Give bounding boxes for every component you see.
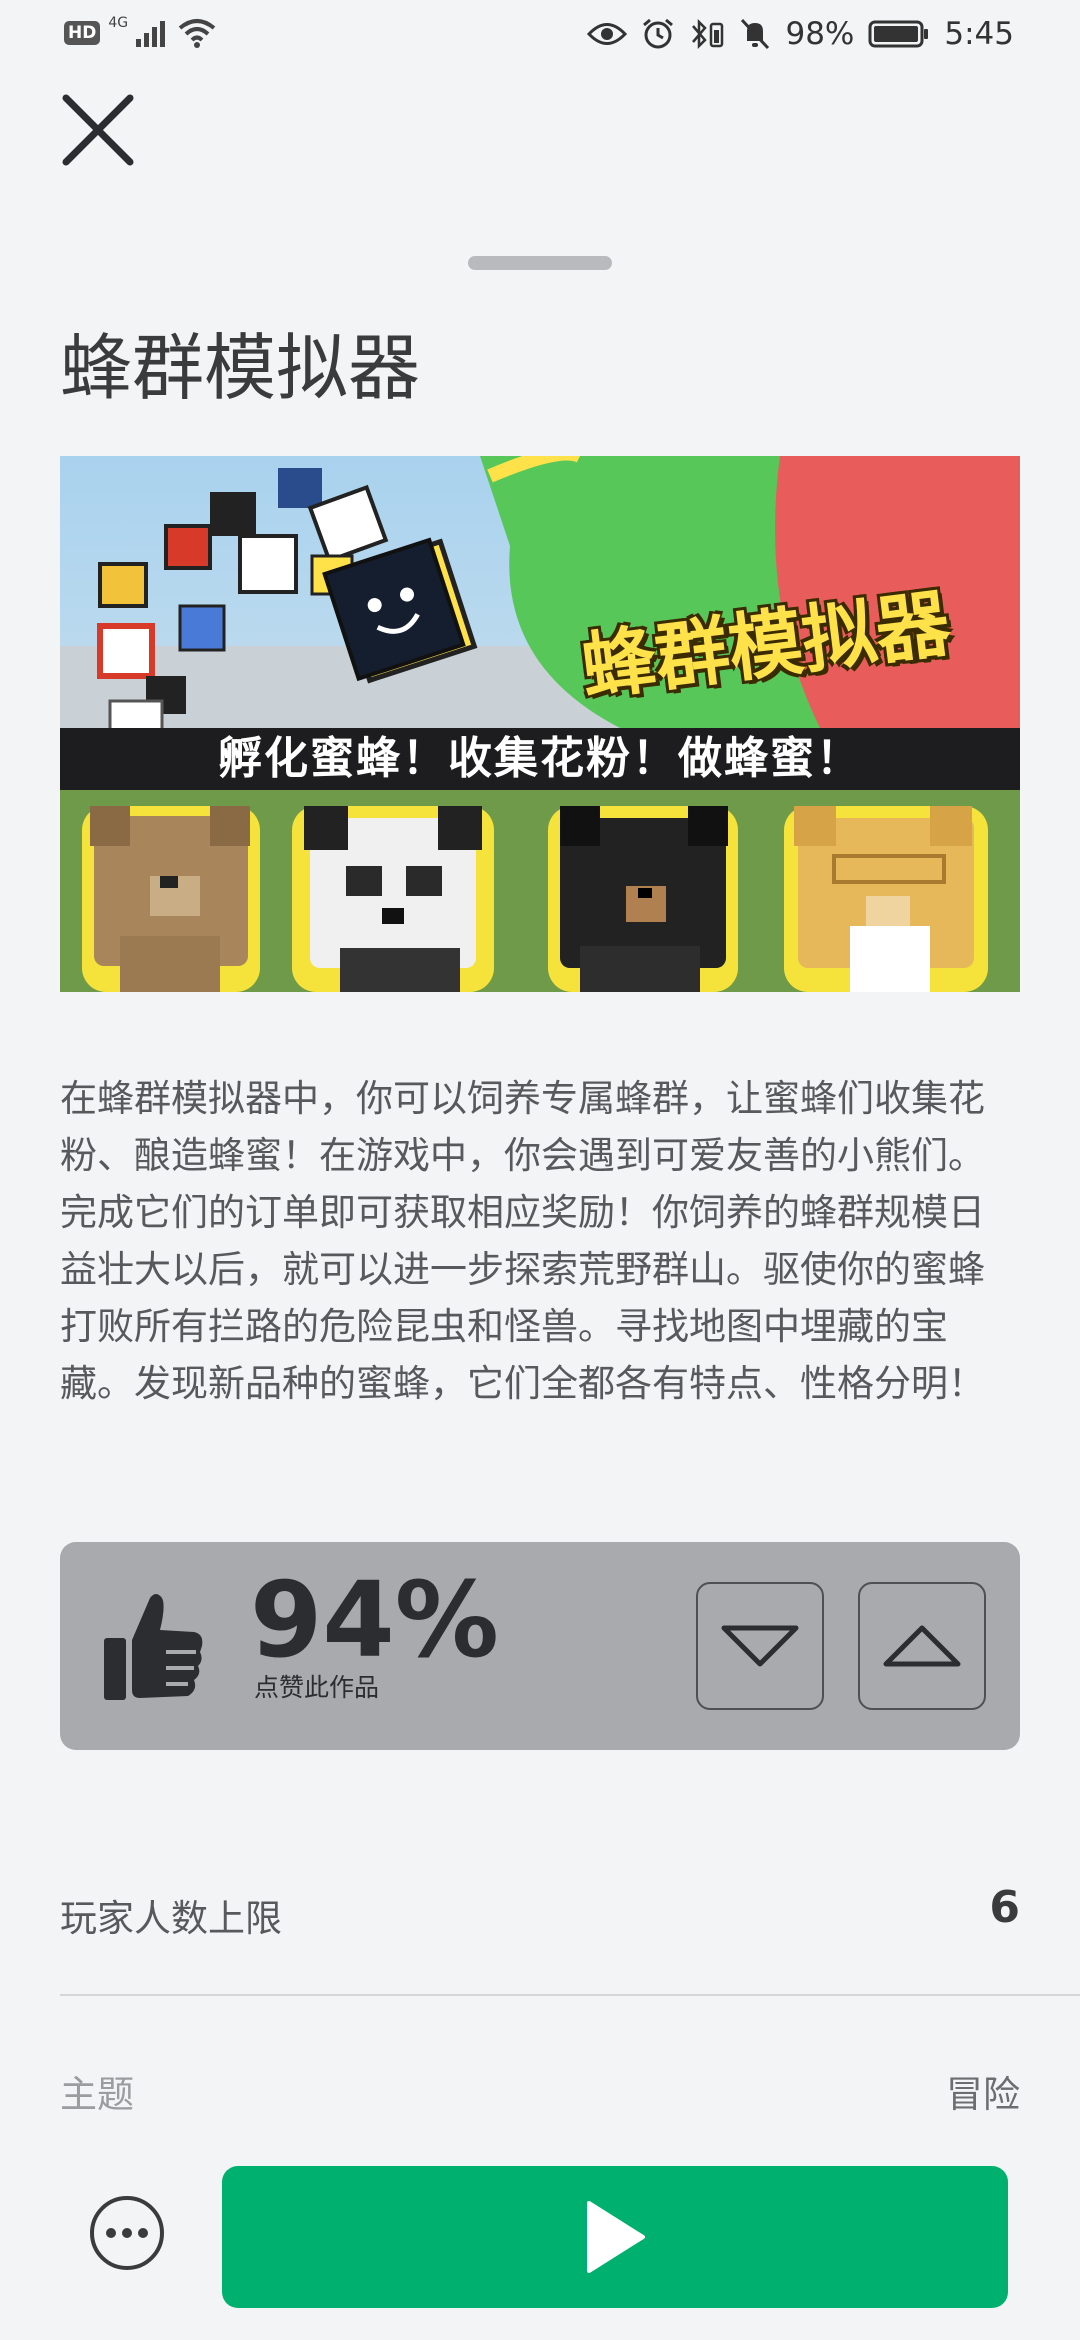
battery-percent: 98% bbox=[785, 16, 855, 52]
thumbs-up-icon bbox=[104, 1594, 203, 1700]
game-title: 蜂群模拟器 bbox=[60, 326, 421, 410]
chevron-up-icon bbox=[883, 1625, 961, 1667]
signal-icon bbox=[136, 21, 166, 47]
rating-percent: 94% bbox=[250, 1559, 499, 1681]
bluetooth-battery-icon bbox=[692, 18, 724, 50]
status-bar: HD 4G 98% 5:45 bbox=[0, 0, 1080, 72]
more-icon bbox=[106, 2228, 148, 2238]
genre-label: 主题 bbox=[60, 2073, 134, 2116]
alarm-icon bbox=[643, 18, 674, 49]
downvote-button[interactable] bbox=[696, 1582, 824, 1710]
eye-icon bbox=[587, 23, 628, 45]
banner-illustration bbox=[60, 456, 1020, 992]
chevron-down-icon bbox=[721, 1625, 799, 1667]
max-players-label: 玩家人数上限 bbox=[60, 1897, 282, 1940]
rating-card: 94% 点赞此作品 bbox=[60, 1542, 1020, 1750]
more-button[interactable] bbox=[90, 2196, 164, 2270]
hd-badge: HD bbox=[64, 21, 101, 45]
close-icon bbox=[62, 94, 134, 166]
rating-label: 点赞此作品 bbox=[254, 1673, 380, 1702]
upvote-button[interactable] bbox=[858, 1582, 986, 1710]
banner-tagline: 孵化蜜蜂！收集花粉！做蜂蜜！ bbox=[60, 728, 1020, 790]
max-players-value: 6 bbox=[989, 1882, 1020, 1933]
drag-handle[interactable] bbox=[468, 256, 612, 270]
mute-icon bbox=[741, 18, 770, 50]
game-thumbnail[interactable]: 蜂群模拟器 孵化蜜蜂！收集花粉！做蜂蜜！ bbox=[60, 456, 1020, 992]
game-description: 在蜂群模拟器中，你可以饲养专属蜂群，让蜜蜂们收集花粉、酿造蜂蜜！在游戏中，你会遇… bbox=[60, 1077, 985, 1405]
play-button[interactable] bbox=[222, 2166, 1008, 2308]
close-button[interactable] bbox=[58, 90, 138, 170]
battery-icon bbox=[868, 20, 929, 48]
genre-value: 冒险 bbox=[946, 2073, 1020, 2116]
divider bbox=[60, 1994, 1080, 1996]
play-icon bbox=[587, 2201, 645, 2273]
network-type: 4G bbox=[108, 15, 129, 31]
wifi-icon bbox=[178, 19, 216, 48]
clock: 5:45 bbox=[944, 16, 1014, 52]
